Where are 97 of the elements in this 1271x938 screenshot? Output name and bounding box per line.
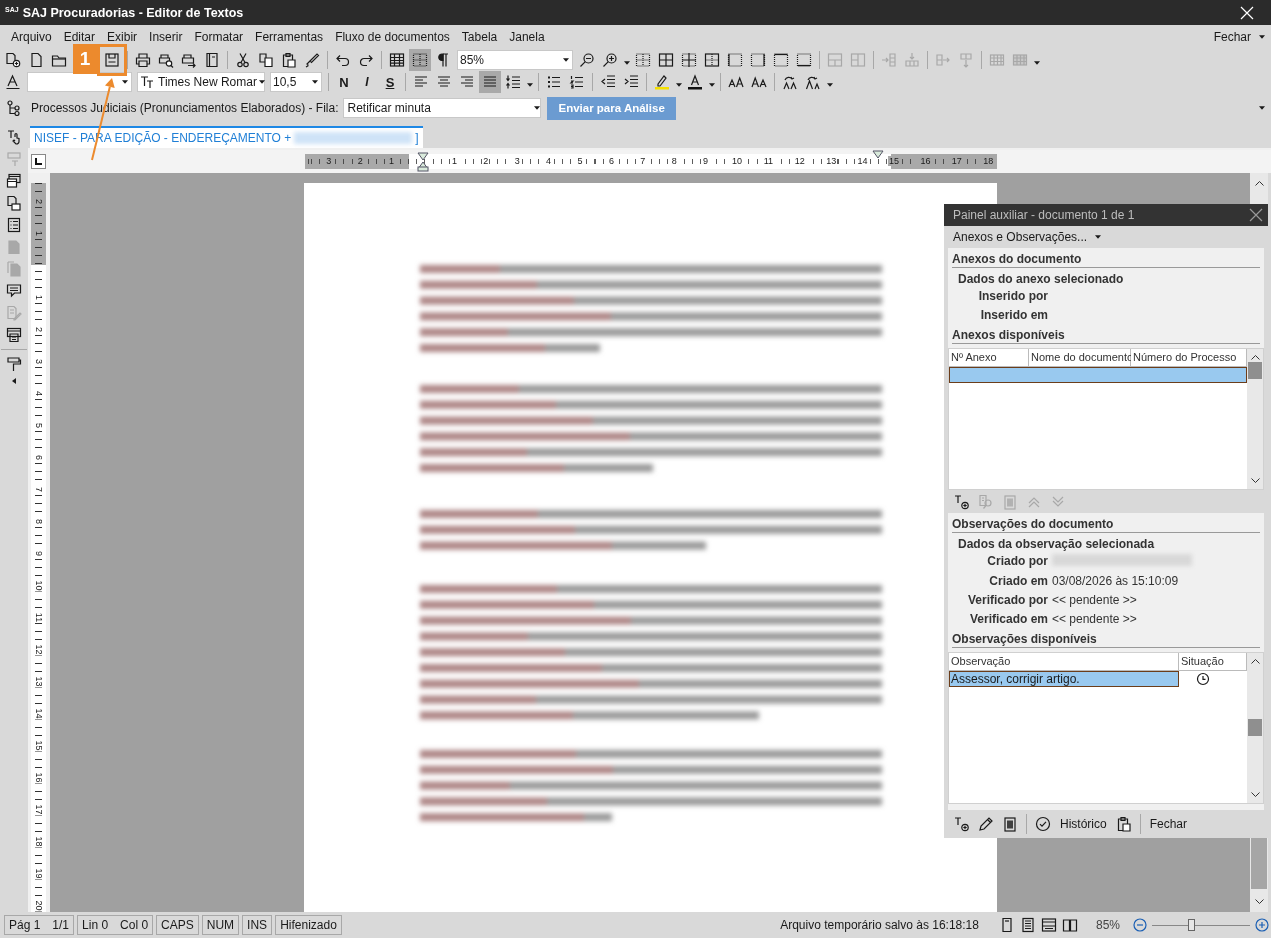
panel-title: Painel auxiliar - documento 1 de 1 [953, 208, 1135, 222]
font-dropdown[interactable]: Times New Romar [137, 72, 265, 92]
ruler-number: 7 [33, 485, 44, 493]
ruler-number: 19 [33, 867, 44, 879]
ruler-number: 11 [33, 611, 44, 623]
view-dropdown[interactable]: Anexos e Observações... [944, 226, 1102, 248]
column-header[interactable]: Situação [1179, 653, 1247, 671]
section-heading: Observações disponíveis [952, 632, 1260, 648]
close-menu[interactable]: Fechar [1207, 30, 1257, 44]
field-value: << pendente >> [1052, 593, 1138, 607]
font-size-dropdown[interactable]: 10,5 [270, 72, 322, 92]
ruler-number: 1 [33, 293, 44, 301]
menu-item[interactable]: Janela [503, 30, 551, 44]
ruler-number: 3 [33, 357, 44, 365]
ruler-number: 2 [33, 325, 44, 333]
ruler-number: 12 [33, 643, 44, 655]
ruler-number: 20 [33, 899, 44, 911]
ruler-number: 3 [325, 156, 333, 166]
ruler-number: 15 [888, 156, 900, 166]
ruler-number: 2 [482, 156, 490, 166]
step-badge: 1 [73, 44, 97, 74]
underline-button[interactable]: S [379, 71, 401, 93]
ruler-number: 16 [919, 156, 932, 166]
table-cell[interactable]: Assessor, corrigir artigo. [949, 671, 1179, 687]
ruler-number: 13 [825, 156, 838, 166]
italic-button[interactable]: I [356, 71, 378, 93]
menu-item[interactable]: Exibir [101, 30, 144, 44]
ruler-number: 13 [33, 675, 44, 687]
column-header[interactable]: Número do Processo [1131, 349, 1247, 367]
status-text: Hifenizado [280, 918, 337, 932]
ruler-number: 4 [33, 389, 44, 397]
section-heading: Anexos do documento [952, 252, 1260, 268]
zoom-dropdown[interactable]: 85% [457, 50, 573, 70]
menu-item[interactable]: Fluxo de documentos [329, 30, 456, 44]
status-message: Arquivo temporário salvo às 16:18:18 [780, 918, 979, 932]
queue-dropdown[interactable]: Retificar minuta [343, 98, 542, 118]
ruler-number: 10 [731, 156, 743, 166]
ruler-number: 18 [33, 835, 44, 847]
ruler-number: 9 [33, 549, 44, 557]
ruler-number: 6 [607, 156, 615, 166]
ruler-number: 8 [33, 517, 44, 525]
ruler-number: 4 [545, 156, 553, 166]
ruler-number: 3 [513, 156, 521, 166]
ruler-number: 2 [356, 156, 364, 166]
field-label: Inserido em [979, 308, 1048, 322]
ruler-number: 17 [950, 156, 963, 166]
zoom-level: 85% [1095, 918, 1120, 932]
ruler-number: 5 [33, 421, 44, 429]
column-header[interactable]: Observação [949, 653, 1179, 671]
ruler-number: 6 [33, 453, 44, 461]
ruler-number: 14 [33, 707, 44, 719]
menu-item[interactable]: Editar [57, 30, 102, 44]
ruler-number: 15 [33, 739, 44, 751]
ruler-number: 12 [793, 156, 806, 166]
status-text: 1/1 [52, 918, 70, 932]
details-heading: Dados do anexo selecionado [957, 272, 1125, 286]
menu-item[interactable]: Arquivo [5, 30, 58, 44]
column-header[interactable]: Nome do documento [1029, 349, 1131, 367]
status-text: CAPS [161, 918, 194, 932]
ruler-number: 8 [670, 156, 678, 166]
section-heading: Anexos disponíveis [952, 328, 1260, 344]
menu-item[interactable]: Formatar [188, 30, 250, 44]
field-value: << pendente >> [1052, 612, 1138, 626]
status-text: NUM [206, 918, 235, 932]
section-heading: Observações do documento [952, 517, 1260, 533]
menu-item[interactable]: Tabela [455, 30, 504, 44]
ruler-number: 9 [702, 156, 710, 166]
ruler-number: 10 [33, 579, 44, 591]
close-button[interactable]: Fechar [1146, 813, 1191, 834]
ruler-number: 5 [576, 156, 584, 166]
history-button[interactable]: Histórico [1057, 813, 1110, 834]
column-header[interactable]: Nº Anexo [949, 349, 1029, 367]
ruler-number: 11 [762, 156, 775, 166]
ruler-number: 1 [450, 156, 458, 166]
field-label: Inserido por [977, 289, 1048, 303]
status-text: Col 0 [120, 918, 149, 932]
ruler-number: 17 [33, 803, 44, 815]
ruler-number: 2 [33, 197, 44, 205]
ruler-number: 18 [982, 156, 995, 166]
field-label: Criado em [988, 574, 1048, 588]
field-label: Verificado por [966, 593, 1048, 607]
ruler-number: 16 [33, 771, 44, 783]
field-label: Verificado em [968, 612, 1048, 626]
menu-item[interactable]: Inserir [143, 30, 189, 44]
field-label: Criado por [986, 554, 1048, 569]
bold-button[interactable]: N [333, 71, 355, 93]
ruler-number: 7 [639, 156, 647, 166]
field-value: 03/08/2026 às 15:10:09 [1052, 574, 1180, 588]
status-text: Pág 1 [9, 918, 41, 932]
menu-item[interactable]: Ferramentas [249, 30, 330, 44]
ruler-number: 1 [33, 229, 44, 237]
window-title: SAJ Procuradorias - Editor de Textos [22, 5, 244, 20]
status-text: INS [247, 918, 268, 932]
ruler-number: 14 [856, 156, 869, 166]
ruler-number: 1 [388, 156, 396, 166]
details-heading: Dados da observação selecionada [957, 537, 1156, 551]
status-text: Lin 0 [82, 918, 109, 932]
